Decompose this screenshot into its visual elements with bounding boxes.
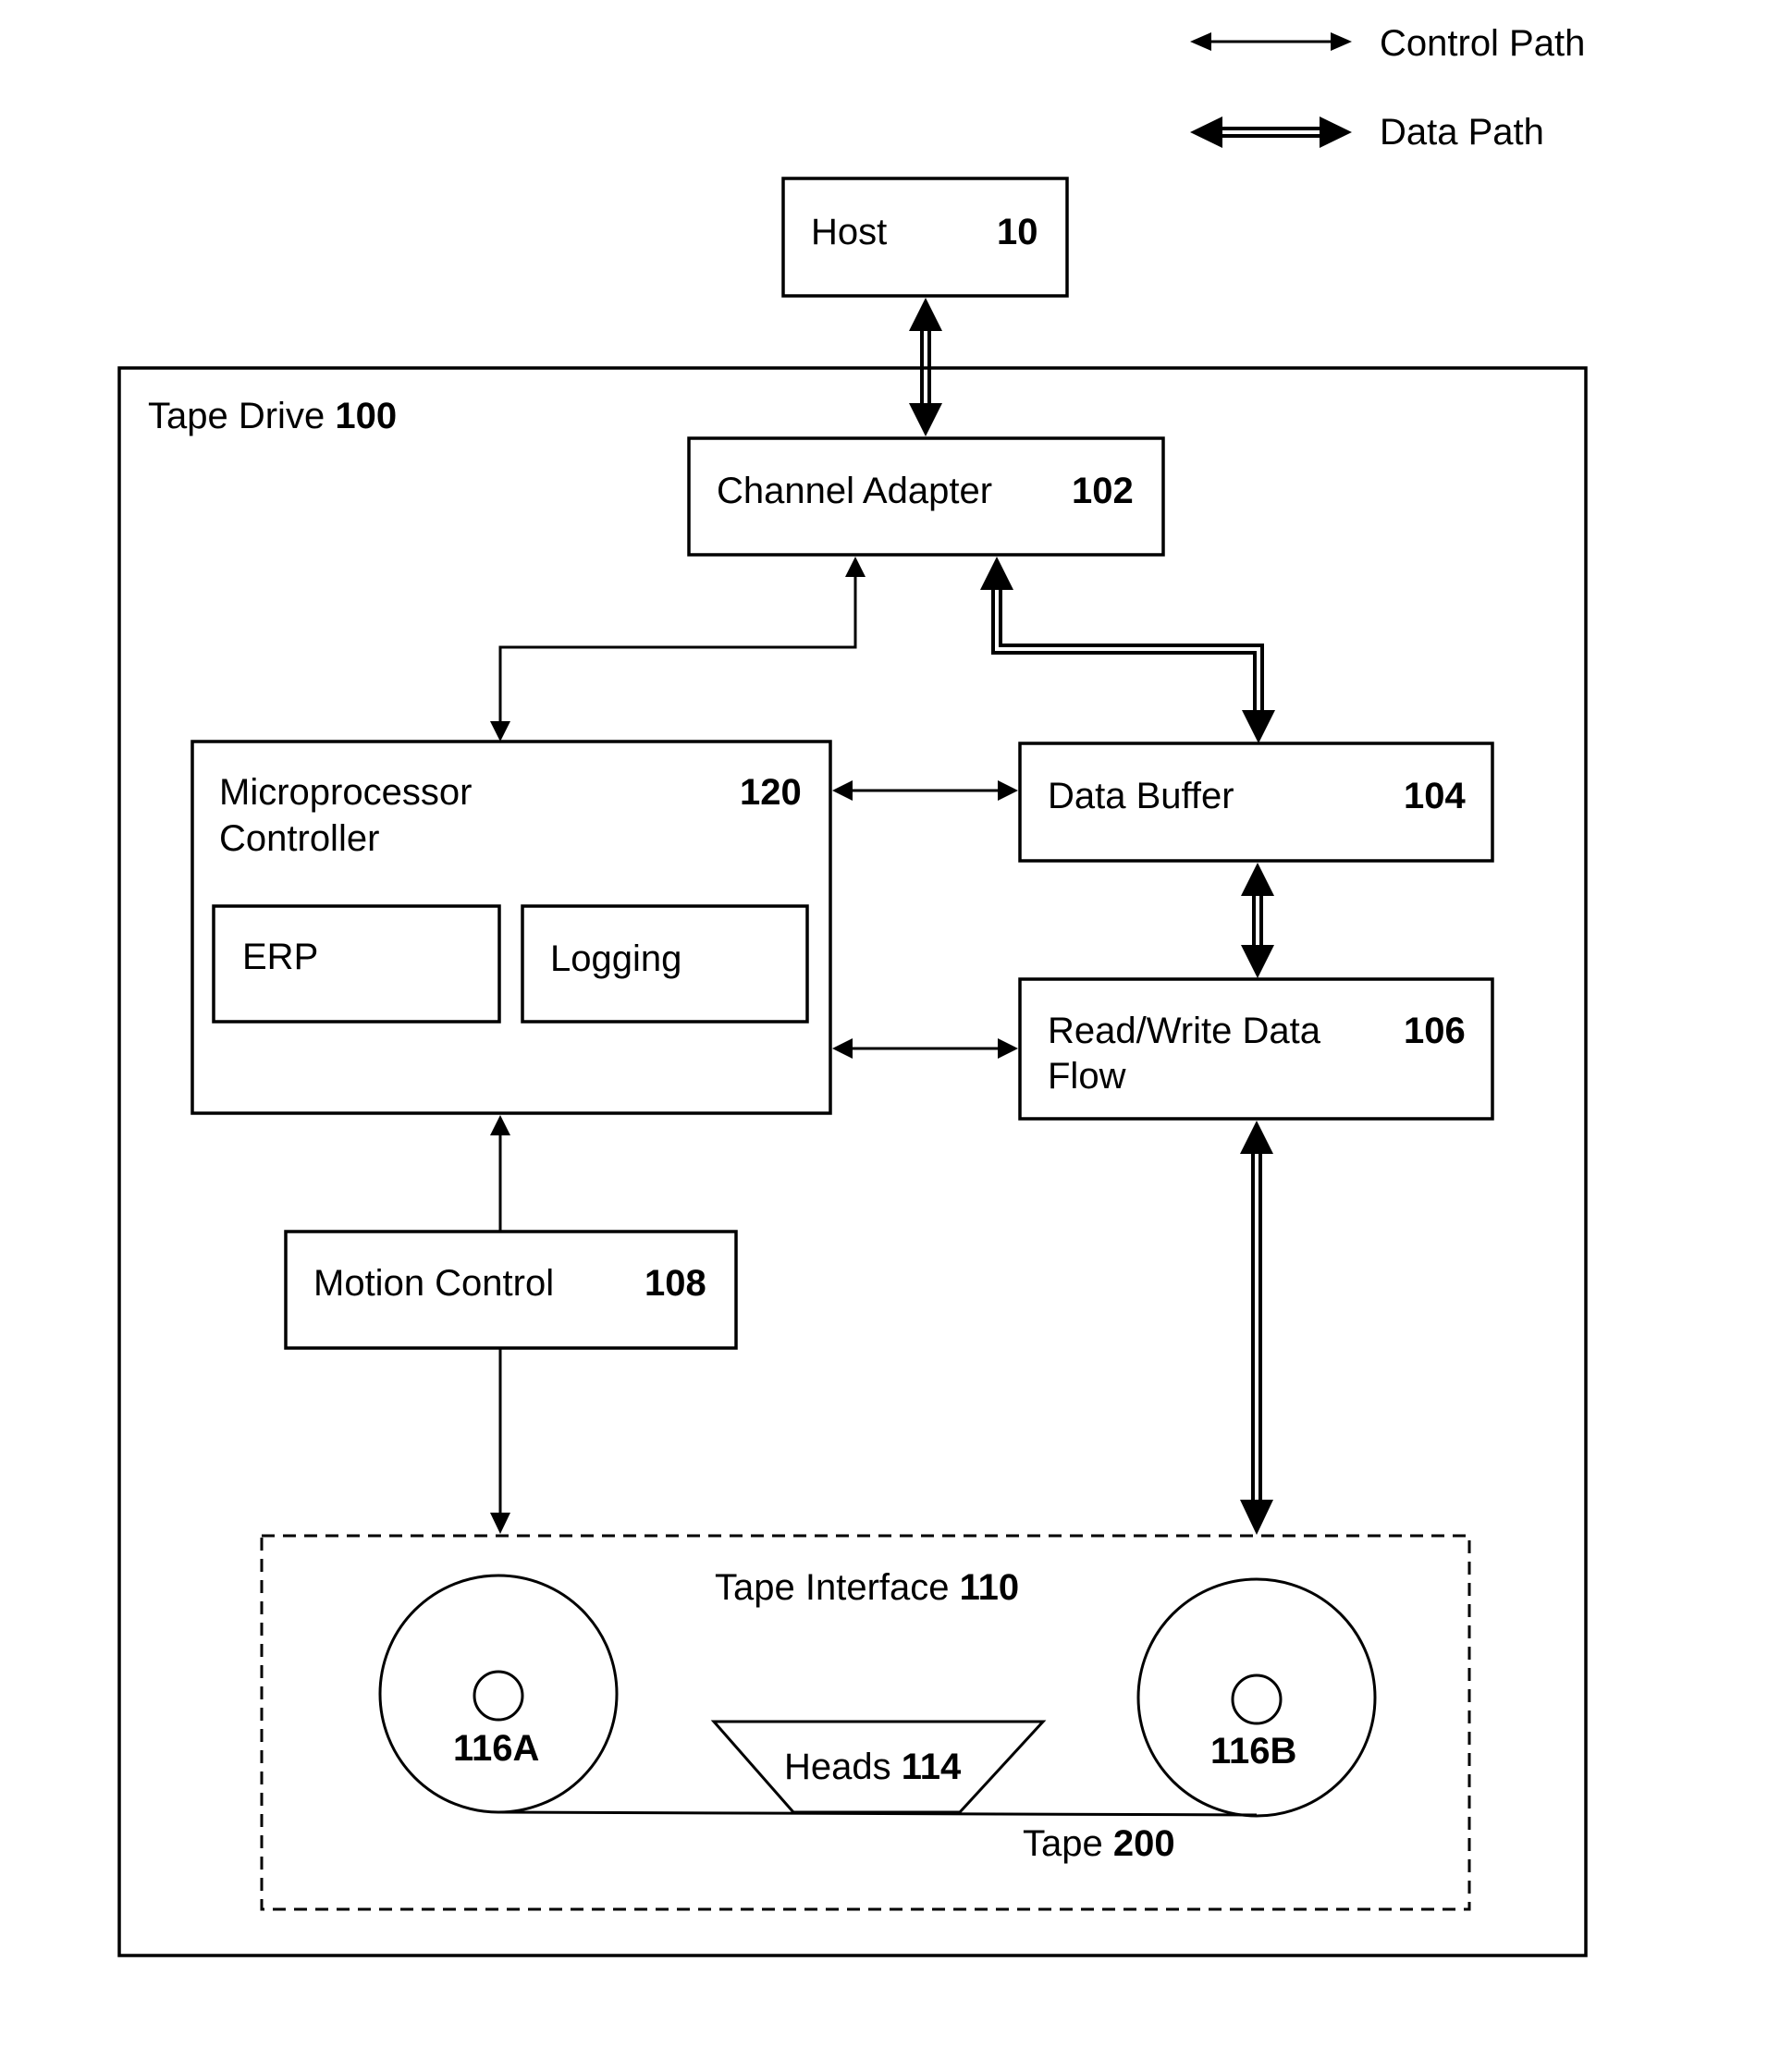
reel-b-outer xyxy=(1136,1577,1377,1818)
motion-tape-control-arrow xyxy=(490,1348,510,1534)
channel-micro-control-arrow xyxy=(490,557,866,742)
reel-116a: 116A xyxy=(378,1574,619,1814)
tape-drive-label: Tape Drive 100 xyxy=(148,396,397,436)
motion-control-box: Motion Control 108 xyxy=(284,1230,738,1350)
microprocessor-label-line2: Controller xyxy=(219,818,379,859)
data-buffer-number: 104 xyxy=(1404,776,1466,816)
reel-116b: 116B xyxy=(1136,1577,1377,1818)
channel-adapter-label: Channel Adapter xyxy=(717,471,992,511)
host-box: Host 10 xyxy=(781,177,1069,298)
legend: Control Path Data Path xyxy=(1190,23,1585,153)
tape-line xyxy=(497,1810,1258,1817)
tape-drive-box: Tape Drive 100 xyxy=(117,366,1588,1957)
reel-b-label: 116B xyxy=(1210,1731,1296,1772)
tape-drive-block-diagram: Control Path Data Path Host 10 Tape Driv… xyxy=(117,23,1588,1957)
microprocessor-label-line1: Microprocessor xyxy=(219,772,472,813)
channel-buffer-data-arrow xyxy=(980,557,1275,743)
channel-adapter-box: Channel Adapter 102 xyxy=(687,436,1165,557)
erp-label: ERP xyxy=(242,937,318,977)
legend-data-path-arrow xyxy=(1190,116,1352,148)
logging-box: Logging xyxy=(521,904,809,1024)
tape-label: Tape 200 xyxy=(1023,1823,1175,1864)
reel-a-hub xyxy=(473,1670,524,1722)
heads-label: Heads 114 xyxy=(784,1747,962,1787)
reel-a-label: 116A xyxy=(453,1728,539,1769)
read-write-label-line1: Read/Write Data xyxy=(1048,1011,1321,1051)
motion-micro-control-arrow xyxy=(490,1115,510,1232)
readwrite-tape-data-arrow xyxy=(1240,1121,1273,1535)
motion-control-label: Motion Control xyxy=(313,1263,554,1304)
read-write-label-line2: Flow xyxy=(1048,1056,1126,1097)
read-write-number: 106 xyxy=(1404,1011,1466,1051)
motion-control-number: 108 xyxy=(645,1263,706,1304)
reel-a-outer xyxy=(378,1574,619,1814)
legend-control-path-label: Control Path xyxy=(1380,23,1585,64)
data-buffer-label: Data Buffer xyxy=(1048,776,1234,816)
micro-buffer-control-arrow xyxy=(832,780,1018,801)
micro-readwrite-control-arrow xyxy=(832,1038,1018,1059)
reel-b-hub xyxy=(1231,1674,1283,1725)
data-buffer-box: Data Buffer 104 xyxy=(1018,742,1494,863)
channel-adapter-number: 102 xyxy=(1072,471,1134,511)
legend-control-path-arrow xyxy=(1190,32,1352,51)
logging-label: Logging xyxy=(550,938,681,979)
host-label: Host xyxy=(811,212,887,252)
buffer-readwrite-data-arrow xyxy=(1241,863,1274,978)
host-number: 10 xyxy=(997,212,1038,252)
heads: Heads 114 xyxy=(710,1720,1047,1814)
tape-interface-label: Tape Interface 110 xyxy=(715,1567,1019,1608)
legend-data-path-label: Data Path xyxy=(1380,112,1544,153)
read-write-data-flow-box: Read/Write Data Flow 106 xyxy=(1018,977,1494,1121)
erp-box: ERP xyxy=(212,904,501,1024)
microprocessor-number: 120 xyxy=(740,772,802,813)
microprocessor-controller-box: Microprocessor Controller 120 ERP Loggin… xyxy=(190,740,832,1115)
tape-interface-box: Tape Interface 110 116A 116B Heads 114 T… xyxy=(260,1534,1471,1911)
